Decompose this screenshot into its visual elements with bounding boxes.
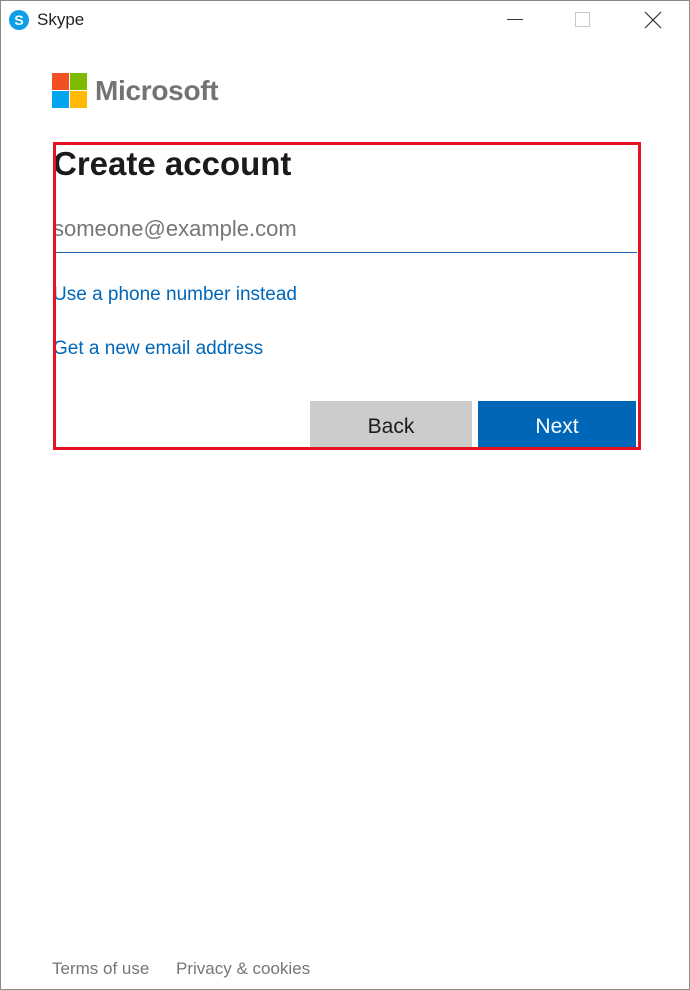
terms-link[interactable]: Terms of use — [52, 958, 149, 980]
maximize-button[interactable] — [560, 1, 606, 39]
new-email-link[interactable]: Get a new email address — [53, 337, 263, 361]
use-phone-link[interactable]: Use a phone number instead — [53, 283, 297, 307]
microsoft-logo — [52, 73, 88, 109]
minimize-icon — [507, 19, 523, 20]
close-button[interactable] — [630, 1, 676, 39]
next-button[interactable]: Next — [478, 401, 636, 449]
page-title: Create account — [53, 145, 292, 182]
logo-square-yellow — [70, 91, 87, 108]
close-icon — [644, 11, 662, 29]
skype-icon: S — [9, 10, 29, 30]
maximize-icon — [575, 12, 590, 27]
skype-window: S Skype Microsoft Create account Use a p… — [0, 0, 690, 990]
minimize-button[interactable] — [492, 1, 538, 39]
title-bar: S Skype — [1, 1, 689, 39]
back-button[interactable]: Back — [310, 401, 472, 449]
email-input[interactable] — [53, 206, 637, 253]
logo-square-red — [52, 73, 69, 90]
logo-square-blue — [52, 91, 69, 108]
brand-name: Microsoft — [95, 75, 219, 106]
window-title: Skype — [37, 10, 85, 29]
privacy-link[interactable]: Privacy & cookies — [176, 958, 310, 980]
logo-square-green — [70, 73, 87, 90]
